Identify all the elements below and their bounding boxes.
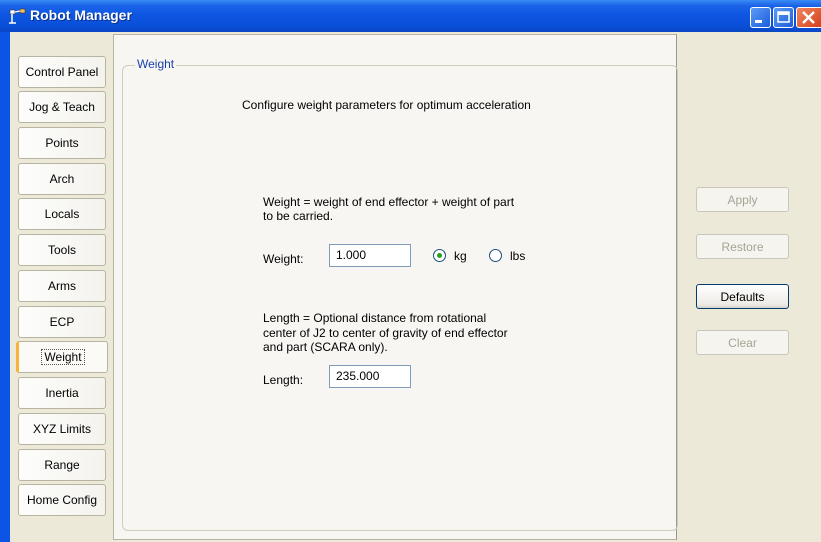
tab-locals[interactable]: Locals [18,198,106,230]
tab-xyz-limits[interactable]: XYZ Limits [18,413,106,445]
window-title: Robot Manager [30,7,132,23]
length-help-line-2: center of J2 to center of gravity of end… [263,326,508,340]
tab-label: Arms [48,279,76,293]
kg-radio[interactable] [433,249,446,262]
weight-tab-panel: Weight Configure weight parameters for o… [113,34,678,540]
lbs-radio[interactable] [489,249,502,262]
clear-button[interactable]: Clear [696,330,789,355]
groupbox-title: Weight [135,57,177,71]
tab-label: Control Panel [25,65,99,79]
tab-label: Home Config [26,493,98,507]
tab-home-config[interactable]: Home Config [18,484,106,516]
tab-control-panel[interactable]: Control Panel [18,56,106,88]
tab-inertia[interactable]: Inertia [18,377,106,409]
weight-help-line-2: to be carried. [263,209,334,223]
tab-label: Inertia [45,386,79,400]
close-button[interactable] [796,7,821,28]
tab-label: Range [44,458,80,472]
tab-tools[interactable]: Tools [18,234,106,266]
length-label: Length: [263,373,304,387]
tab-weight[interactable]: Weight [16,341,108,373]
radio-selected-dot [437,253,442,258]
apply-button[interactable]: Apply [696,187,789,212]
title-bar[interactable]: Robot Manager [0,0,821,32]
weight-help-line-1: Weight = weight of end effector + weight… [263,195,515,209]
kg-label[interactable]: kg [454,249,467,263]
tab-label: Tools [47,243,76,257]
robot-manager-window: Robot Manager Control Panel Jog & Teach … [0,0,821,542]
maximize-button[interactable] [773,7,794,28]
tab-label: Weight [41,349,85,365]
close-icon [802,11,815,24]
tab-label: Jog & Teach [29,100,95,114]
maximize-icon [777,11,790,23]
robot-app-icon [9,8,26,24]
length-help-line-1: Length = Optional distance from rotation… [263,311,487,325]
tab-label: ECP [49,315,75,329]
restore-button[interactable]: Restore [696,234,789,259]
lbs-label[interactable]: lbs [510,249,525,263]
tab-arch[interactable]: Arch [18,163,106,195]
tab-points[interactable]: Points [18,127,106,159]
tab-ecp[interactable]: ECP [18,306,106,338]
tab-arms[interactable]: Arms [18,270,106,302]
weight-groupbox: Weight [122,57,678,531]
minimize-icon [755,20,762,23]
length-help-line-3: and part (SCARA only). [263,340,388,354]
weight-input[interactable]: 1.000 [329,244,411,267]
length-input[interactable]: 235.000 [329,365,411,388]
tab-range[interactable]: Range [18,449,106,481]
client-area: Control Panel Jog & Teach Points Arch Lo… [10,32,821,542]
defaults-button[interactable]: Defaults [696,284,789,309]
tab-jog-teach[interactable]: Jog & Teach [18,91,106,123]
weight-label: Weight: [263,252,304,266]
tab-label: XYZ Limits [32,422,91,436]
tab-label: Points [45,136,79,150]
minimize-button[interactable] [750,7,771,28]
tab-label: Arch [49,172,75,186]
tab-label: Locals [44,207,80,221]
description-text: Configure weight parameters for optimum … [242,98,531,112]
